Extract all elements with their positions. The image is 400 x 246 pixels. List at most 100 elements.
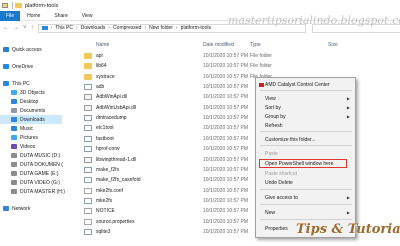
tab-home[interactable]: Home: [20, 11, 47, 21]
file-icon: [84, 187, 92, 194]
nav-item-duta-music-d[interactable]: DUTA MUSIC (D:): [0, 151, 60, 160]
menu-item-give-access-to[interactable]: Give access to ▶: [256, 193, 355, 202]
nav-item-label: 3D Objects: [20, 89, 45, 96]
menu-item-label: Paste: [265, 150, 278, 157]
file-name: make_f2fs_casefold: [96, 177, 141, 184]
file-icon: [84, 208, 92, 215]
menu-item-new[interactable]: New ▶: [256, 208, 355, 217]
file-date: 10/1/2020 10:57 PM: [203, 84, 249, 91]
menu-separator: [260, 219, 352, 220]
menu-item-label: Group by: [265, 113, 286, 120]
breadcrumb-platform-tools[interactable]: platform-tools: [181, 25, 211, 31]
menu-item-paste: Paste: [256, 149, 355, 158]
nav-item-documents[interactable]: Documents: [0, 106, 45, 115]
pc-icon: [41, 26, 48, 30]
nav-item-duta-master-h[interactable]: DUTA MASTER (H:): [0, 187, 65, 196]
file-type: File folder: [250, 53, 272, 59]
quick-access-toolbar: [2, 2, 15, 9]
file-name: AdbWinApi.dll: [96, 94, 128, 101]
nav-item-label: Pictures: [20, 134, 39, 141]
back-arrow-icon[interactable]: ←: [3, 25, 9, 31]
nav-item-3d-objects[interactable]: 3D Objects: [0, 88, 45, 97]
menu-item-undo-delete[interactable]: Undo Delete: [256, 178, 355, 187]
menu-separator: [260, 131, 352, 132]
drive-icon: [11, 162, 17, 167]
application-icon: [84, 177, 92, 184]
column-name[interactable]: Name: [96, 41, 109, 49]
dll-file-icon: [84, 94, 92, 101]
file-row[interactable]: api 10/1/2020 10:57 PM File folder: [84, 51, 384, 61]
breadcrumb-downloads[interactable]: Downloads: [81, 25, 106, 31]
nav-item-label: DUTA MUSIC (D:): [20, 152, 61, 159]
menu-item-customize-this-folder[interactable]: Customize this folder...: [256, 135, 355, 144]
column-size[interactable]: Size: [328, 41, 338, 49]
submenu-arrow-icon: ▶: [346, 195, 350, 200]
file-date: 10/1/2020 10:57 PM: [203, 135, 249, 142]
up-arrow-icon[interactable]: ↑: [31, 25, 34, 31]
dll-file-icon: [84, 156, 92, 163]
menu-item-label: Customize this folder...: [265, 136, 316, 143]
breadcrumb-separator: ›: [176, 25, 178, 31]
column-header: Name Date modified Type Size: [72, 41, 400, 49]
nav-item-label: DUTA MASTER (H:): [20, 188, 65, 195]
column-type[interactable]: Type: [250, 41, 261, 49]
nav-item-downloads[interactable]: Downloads: [0, 115, 62, 124]
menu-item-amd-catalyst-control-center[interactable]: AMD Catalyst Control Center: [256, 80, 355, 89]
folder-quick-icon[interactable]: [2, 3, 8, 8]
menu-item-sort-by[interactable]: Sort by ▶: [256, 103, 355, 112]
desktop-icon: [11, 99, 17, 104]
nav-item-desktop[interactable]: Desktop: [0, 97, 38, 106]
cloud-icon: [3, 64, 9, 69]
file-name: NOTICE: [96, 208, 115, 215]
music-icon: [11, 126, 17, 131]
file-date: 10/1/2020 10:57 PM: [203, 177, 249, 184]
menu-item-open-powershell-window-here[interactable]: Open PowerShell window here: [259, 159, 347, 168]
nav-item-label: Quick access: [12, 46, 42, 53]
nav-item-label: Network: [12, 205, 31, 212]
file-row[interactable]: lib64 10/1/2020 10:57 PM File folder: [84, 61, 384, 71]
file-name: adb: [96, 84, 105, 91]
file-name: etc1tool: [96, 125, 114, 132]
nav-item-network[interactable]: Network: [0, 204, 30, 213]
pictures-icon: [11, 135, 17, 140]
file-date: 10/1/2020 10:57 PM: [203, 115, 249, 122]
menu-item-label: Paste shortcut: [265, 170, 297, 177]
nav-item-label: Desktop: [20, 98, 39, 105]
menu-item-refresh[interactable]: Refresh: [256, 121, 355, 130]
submenu-arrow-icon: ▶: [346, 210, 350, 215]
file-type: File folder: [250, 63, 272, 70]
column-date-modified[interactable]: Date modified: [203, 41, 234, 49]
nav-item-music[interactable]: Music: [0, 124, 33, 133]
forward-arrow-icon[interactable]: →: [13, 25, 19, 31]
menu-item-view[interactable]: View ▶: [256, 94, 355, 103]
recent-locations-icon[interactable]: ˅: [23, 25, 27, 31]
nav-item-pictures[interactable]: Pictures: [0, 133, 38, 142]
tab-view[interactable]: View: [75, 11, 100, 21]
folder-icon: [84, 73, 92, 80]
breadcrumb-this-pc[interactable]: This PC: [55, 25, 73, 31]
tab-share[interactable]: Share: [47, 11, 74, 21]
nav-item-quick-access[interactable]: Quick access: [0, 45, 42, 54]
nav-item-duta-video-g[interactable]: DUTA VIDEO (G:): [0, 178, 60, 187]
menu-item-label: AMD Catalyst Control Center: [265, 81, 330, 88]
toolbar-divider: [12, 2, 13, 9]
menu-item-label: Sort by: [265, 104, 281, 111]
application-icon: [84, 115, 92, 122]
network-icon: [3, 206, 9, 211]
nav-item-this-pc[interactable]: This PC: [0, 79, 30, 88]
file-date: 10/1/2020 10:57 PM: [203, 53, 249, 59]
breadcrumb-compressed[interactable]: Compressed: [113, 25, 141, 31]
breadcrumb-new-folder[interactable]: New folder: [149, 25, 173, 31]
file-date: 10/1/2020 10:57 PM: [203, 73, 249, 80]
video-icon: [11, 144, 17, 149]
nav-item-videos[interactable]: Videos: [0, 142, 35, 151]
tab-file[interactable]: File: [0, 10, 21, 21]
nav-item-duta-dokumen[interactable]: DUTA DOKUMEN (: [0, 160, 63, 169]
nav-item-onedrive[interactable]: OneDrive: [0, 62, 33, 71]
file-date: 10/1/2020 10:57 PM: [203, 94, 249, 101]
menu-item-group-by[interactable]: Group by ▶: [256, 112, 355, 121]
nav-item-duta-game-e[interactable]: DUTA GAME (E:): [0, 169, 59, 178]
menu-separator: [260, 145, 352, 146]
file-name: systrace: [96, 73, 115, 80]
breadcrumb-separator: ›: [108, 25, 111, 31]
